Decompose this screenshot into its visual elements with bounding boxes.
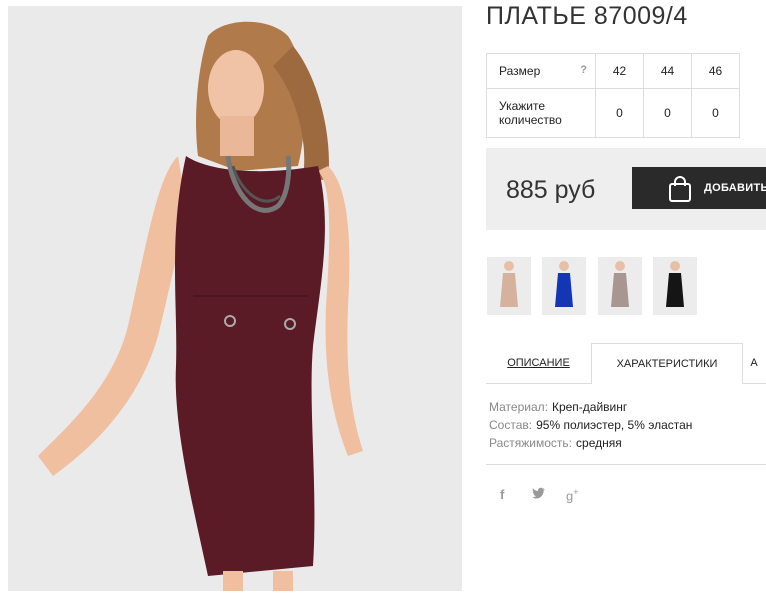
quantity-label-cell: Укажите количество — [486, 88, 596, 138]
divider — [486, 464, 766, 465]
characteristics-list: Материал: Креп-дайвинг Состав: 95% полиэст… — [489, 398, 692, 452]
size-label-cell: Размер ? — [486, 53, 596, 89]
characteristic-key: Материал: — [489, 400, 548, 414]
product-price: 885 руб — [506, 176, 596, 204]
product-main-image[interactable] — [8, 6, 462, 591]
tab-description[interactable]: ОПИСАНИЕ — [486, 343, 591, 384]
add-to-cart-label: ДОБАВИТЬ — [704, 182, 766, 194]
size-label: Размер — [499, 64, 541, 78]
thumbnail-grey[interactable] — [598, 257, 642, 315]
add-to-cart-button[interactable]: ДОБАВИТЬ — [632, 167, 766, 209]
characteristic-key: Состав: — [489, 418, 533, 432]
dress-model-illustration — [8, 6, 462, 591]
tab-characteristics[interactable]: ХАРАКТЕРИСТИКИ — [591, 343, 743, 384]
characteristic-value: 95% полиэстер, 5% эластан — [536, 418, 693, 432]
size-quantity-table: Размер ? 42 44 46 Укажите количество 0 0… — [486, 53, 740, 138]
price-panel: 885 руб ДОБАВИТЬ — [486, 148, 766, 230]
thumbnail-blue[interactable] — [542, 257, 586, 315]
quantity-input-46[interactable]: 0 — [691, 88, 740, 138]
characteristic-value: Креп-дайвинг — [551, 400, 628, 414]
characteristic-row: Материал: Креп-дайвинг — [489, 398, 692, 416]
quantity-label-line1: Укажите — [499, 99, 546, 113]
quantity-input-42[interactable]: 0 — [595, 88, 644, 138]
size-option-44[interactable]: 44 — [643, 53, 692, 89]
characteristic-value: средняя — [576, 436, 622, 450]
google-plus-icon[interactable]: g+ — [566, 487, 579, 503]
facebook-icon[interactable]: f — [500, 487, 504, 502]
tab-more[interactable]: А — [742, 343, 766, 384]
tab-characteristics-label: ХАРАКТЕРИСТИКИ — [616, 358, 718, 370]
product-title: ПЛАТЬЕ 87009/4 — [486, 2, 688, 30]
characteristic-key: Растяжимость: — [489, 436, 573, 450]
twitter-icon[interactable] — [532, 487, 546, 502]
characteristic-row: Состав: 95% полиэстер, 5% эластан — [489, 416, 692, 434]
shopping-bag-icon — [668, 176, 692, 205]
size-help-icon[interactable]: ? — [580, 64, 587, 76]
thumbnail-beige[interactable] — [487, 257, 531, 315]
size-option-46[interactable]: 46 — [691, 53, 740, 89]
quantity-label-line2: количество — [499, 113, 562, 127]
thumbnail-black[interactable] — [653, 257, 697, 315]
quantity-input-44[interactable]: 0 — [643, 88, 692, 138]
product-info-tabs: ОПИСАНИЕ ХАРАКТЕРИСТИКИ А — [486, 343, 766, 384]
tab-description-label: ОПИСАНИЕ — [507, 357, 570, 369]
tab-more-label: А — [750, 357, 758, 369]
characteristic-row: Растяжимость: средняя — [489, 434, 692, 452]
size-option-42[interactable]: 42 — [595, 53, 644, 89]
